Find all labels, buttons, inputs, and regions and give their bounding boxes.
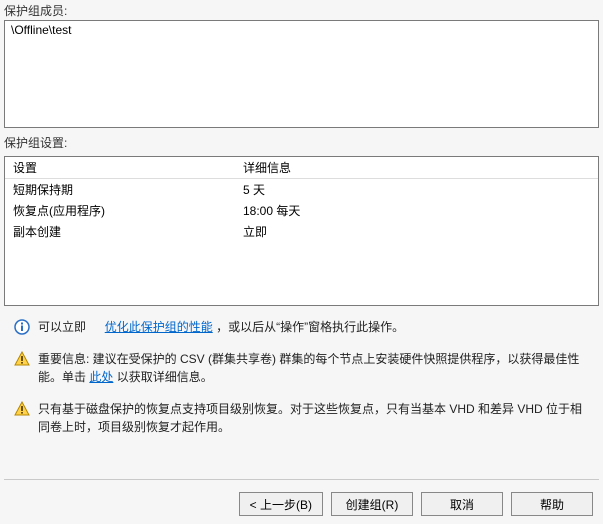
info-suffix: ，或以后从“操作”窗格执行此操作。 — [216, 320, 404, 334]
footer-divider — [4, 479, 599, 480]
row-detail: 18:00 每天 — [243, 202, 590, 219]
row-detail: 5 天 — [243, 181, 590, 198]
info-prefix: 可以立即 — [38, 320, 86, 334]
warn2-text: 只有基于磁盘保护的恢复点支持项目级别恢复。对于这些恢复点，只有当基本 VHD 和… — [38, 400, 589, 436]
warning-note-csv: 重要信息: 建议在受保护的 CSV (群集共享卷) 群集的每个节点上安装硬件快照… — [14, 350, 589, 386]
settings-header: 设置 详细信息 — [5, 157, 598, 179]
members-box[interactable]: \Offline\test — [4, 20, 599, 128]
warning-icon — [14, 401, 30, 417]
settings-header-detail: 详细信息 — [243, 159, 590, 176]
cancel-button[interactable]: 取消 — [421, 492, 503, 516]
notes-area: 可以立即 优化此保护组的性能 ，或以后从“操作”窗格执行此操作。 重要信息: 建… — [0, 306, 603, 436]
warn1-text: 重要信息: 建议在受保护的 CSV (群集共享卷) 群集的每个节点上安装硬件快照… — [38, 350, 589, 386]
settings-box[interactable]: 设置 详细信息 短期保持期 5 天 恢复点(应用程序) 18:00 每天 副本创… — [4, 156, 599, 306]
members-label: 保护组成员: — [0, 0, 603, 20]
row-setting: 恢复点(应用程序) — [13, 202, 243, 219]
info-note: 可以立即 优化此保护组的性能 ，或以后从“操作”窗格执行此操作。 — [14, 318, 589, 336]
back-button[interactable]: < 上一步(B) — [239, 492, 323, 516]
members-content: \Offline\test — [11, 23, 592, 37]
create-group-button[interactable]: 创建组(R) — [331, 492, 413, 516]
settings-header-setting: 设置 — [13, 159, 243, 176]
row-detail: 立即 — [243, 223, 590, 240]
help-button[interactable]: 帮助 — [511, 492, 593, 516]
row-setting: 短期保持期 — [13, 181, 243, 198]
warning-icon — [14, 351, 30, 367]
row-setting: 副本创建 — [13, 223, 243, 240]
info-icon — [14, 319, 30, 335]
table-row: 恢复点(应用程序) 18:00 每天 — [5, 200, 598, 221]
optimize-performance-link[interactable]: 优化此保护组的性能 — [105, 320, 213, 334]
info-text: 可以立即 优化此保护组的性能 ，或以后从“操作”窗格执行此操作。 — [38, 318, 589, 336]
table-row: 副本创建 立即 — [5, 221, 598, 242]
details-here-link[interactable]: 此处 — [89, 370, 113, 384]
table-row: 短期保持期 5 天 — [5, 179, 598, 200]
button-bar: < 上一步(B) 创建组(R) 取消 帮助 — [239, 492, 593, 516]
warn1-suffix: 以获取详细信息。 — [117, 370, 213, 384]
settings-label: 保护组设置: — [0, 132, 603, 152]
warning-note-vhd: 只有基于磁盘保护的恢复点支持项目级别恢复。对于这些恢复点，只有当基本 VHD 和… — [14, 400, 589, 436]
